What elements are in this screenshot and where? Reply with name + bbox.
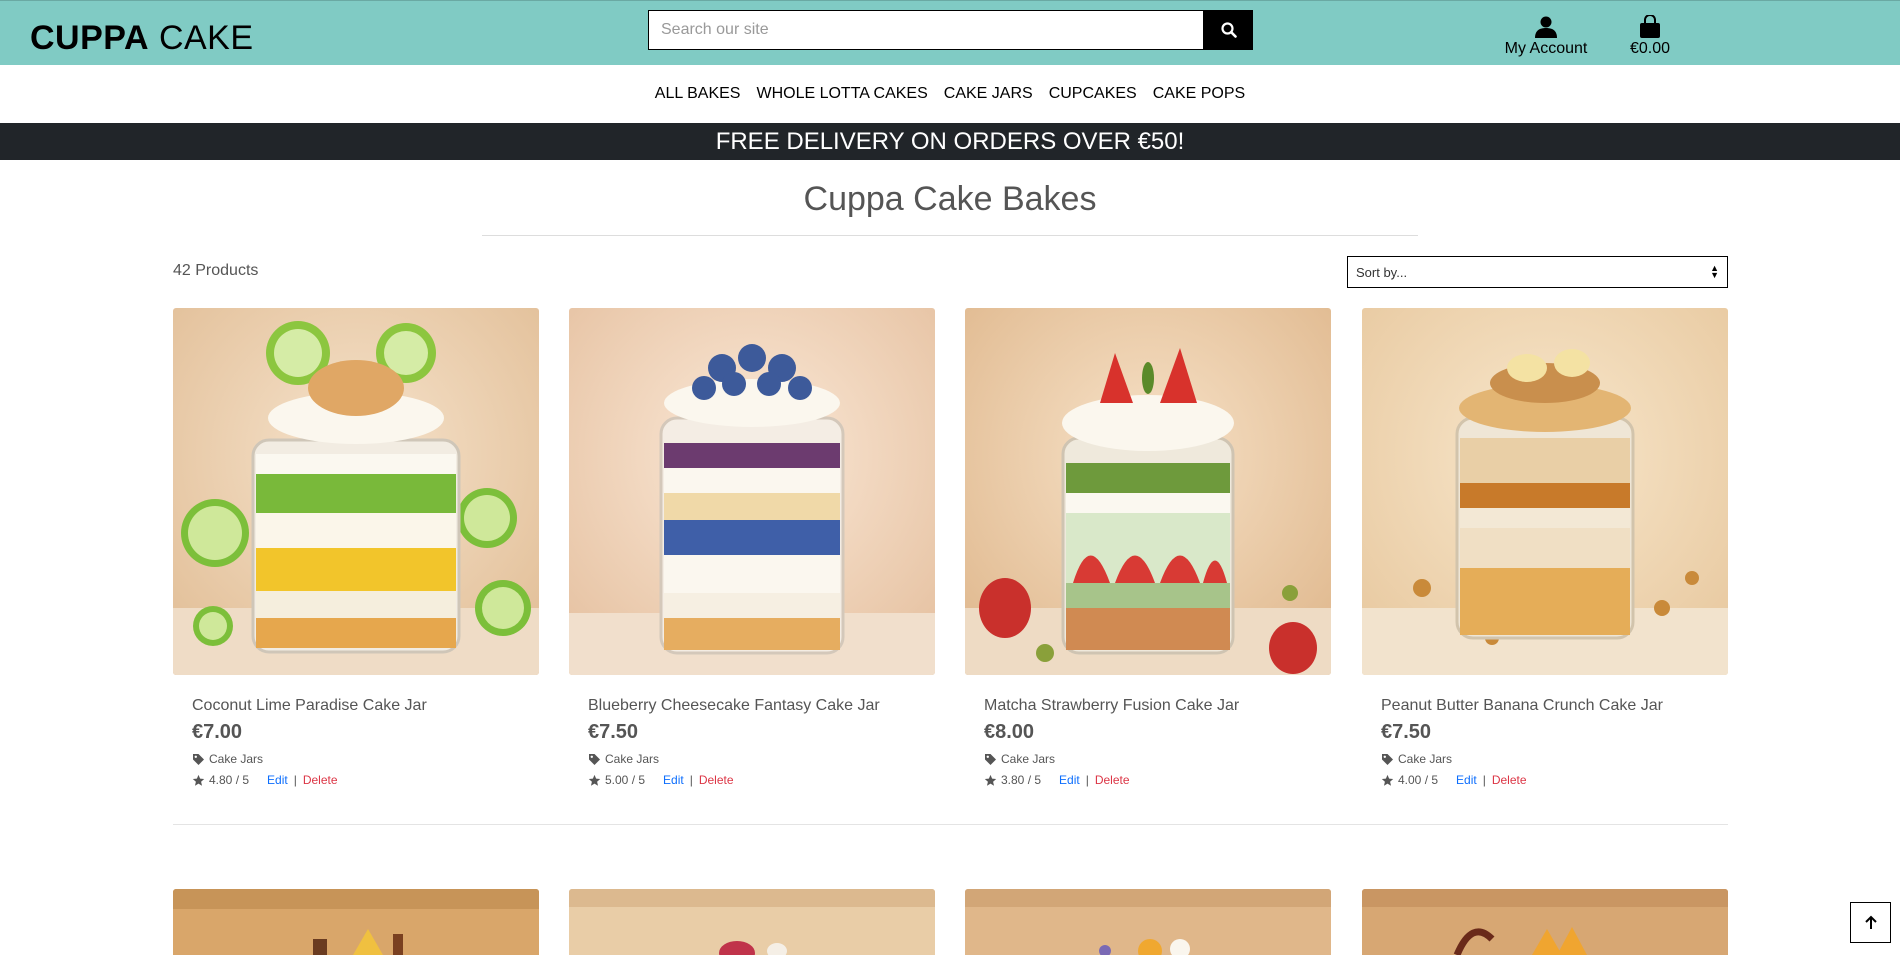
product-name[interactable]: Coconut Lime Paradise Cake Jar	[192, 697, 532, 715]
product-category-label: Cake Jars	[605, 752, 660, 766]
product-image[interactable]	[173, 889, 539, 955]
site-logo[interactable]: CUPPA CAKE	[30, 19, 254, 58]
product-rating-value: 3.80 / 5	[1001, 773, 1042, 787]
link-separator: |	[1482, 773, 1486, 787]
product-name[interactable]: Matcha Strawberry Fusion Cake Jar	[984, 697, 1324, 715]
edit-product-link[interactable]: Edit	[1059, 773, 1080, 787]
tag-icon	[1382, 753, 1393, 765]
product-price: €7.50	[1381, 721, 1432, 743]
arrow-up-icon	[1864, 915, 1877, 929]
product-image[interactable]	[965, 308, 1331, 675]
sort-arrows-icon: ▲ ▼	[1710, 263, 1719, 280]
product-image[interactable]	[1362, 889, 1728, 955]
nav-cupcakes[interactable]: CUPCAKES	[1041, 85, 1145, 103]
product-price: €8.00	[984, 721, 1035, 743]
page-title: Cuppa Cake Bakes	[803, 180, 1097, 218]
product-category[interactable]: Cake Jars	[588, 752, 928, 766]
edit-product-link[interactable]: Edit	[663, 773, 684, 787]
product-rating: 3.80 / 5 Edit | Delete	[984, 773, 1324, 787]
shopping-bag-icon	[1640, 15, 1660, 38]
product-row-divider	[173, 824, 1728, 825]
bag-total: €0.00	[1629, 40, 1671, 57]
link-separator: |	[293, 773, 297, 787]
delete-product-link[interactable]: Delete	[1492, 773, 1527, 787]
star-icon	[984, 774, 997, 786]
sort-select[interactable]: Sort by... ▲ ▼	[1347, 256, 1728, 288]
my-account-button[interactable]: My Account	[1496, 15, 1596, 58]
product-category-label: Cake Jars	[1001, 752, 1056, 766]
star-icon	[192, 774, 205, 786]
product-image[interactable]	[1362, 308, 1728, 675]
nav-cake-pops[interactable]: CAKE POPS	[1145, 85, 1253, 103]
delivery-banner: FREE DELIVERY ON ORDERS OVER €50!	[0, 123, 1900, 160]
star-icon	[588, 774, 601, 786]
nav-all-bakes[interactable]: ALL BAKES	[647, 85, 749, 103]
edit-product-link[interactable]: Edit	[267, 773, 288, 787]
delete-product-link[interactable]: Delete	[303, 773, 338, 787]
nav-whole-lotta-cakes[interactable]: WHOLE LOTTA CAKES	[748, 85, 935, 103]
shopping-bag-button[interactable]: €0.00	[1620, 15, 1680, 58]
search-icon	[1220, 22, 1237, 38]
product-rating: 4.80 / 5 Edit | Delete	[192, 773, 532, 787]
product-rating: 5.00 / 5 Edit | Delete	[588, 773, 928, 787]
product-image[interactable]	[569, 308, 935, 675]
product-price: €7.50	[588, 721, 639, 743]
product-name[interactable]: Blueberry Cheesecake Fantasy Cake Jar	[588, 697, 928, 715]
product-rating-value: 5.00 / 5	[605, 773, 646, 787]
main-nav: ALL BAKES WHOLE LOTTA CAKES CAKE JARS CU…	[0, 65, 1900, 123]
product-category-label: Cake Jars	[1398, 752, 1453, 766]
sort-selected-value: Sort by...	[1356, 264, 1408, 280]
delete-product-link[interactable]: Delete	[699, 773, 734, 787]
product-category[interactable]: Cake Jars	[192, 752, 532, 766]
site-header: CUPPA CAKE My Account €0.00	[0, 0, 1900, 65]
product-image[interactable]	[569, 889, 935, 955]
search-input[interactable]	[648, 10, 1204, 50]
product-image[interactable]	[965, 889, 1331, 955]
product-rating-value: 4.00 / 5	[1398, 773, 1439, 787]
product-image[interactable]	[173, 308, 539, 675]
search-form	[648, 10, 1253, 50]
product-category-label: Cake Jars	[209, 752, 264, 766]
product-count: 42 Products	[173, 262, 259, 279]
tag-icon	[589, 753, 600, 765]
title-divider	[482, 235, 1418, 236]
user-icon	[1535, 16, 1557, 38]
star-icon	[1381, 774, 1394, 786]
edit-product-link[interactable]: Edit	[1456, 773, 1477, 787]
product-rating-value: 4.80 / 5	[209, 773, 250, 787]
product-name[interactable]: Peanut Butter Banana Crunch Cake Jar	[1381, 697, 1721, 715]
delete-product-link[interactable]: Delete	[1095, 773, 1130, 787]
back-to-top-button[interactable]	[1850, 902, 1891, 943]
link-separator: |	[689, 773, 693, 787]
product-category[interactable]: Cake Jars	[984, 752, 1324, 766]
nav-cake-jars[interactable]: CAKE JARS	[936, 85, 1041, 103]
search-button[interactable]	[1204, 10, 1253, 50]
tag-icon	[985, 753, 996, 765]
product-rating: 4.00 / 5 Edit | Delete	[1381, 773, 1721, 787]
product-price: €7.00	[192, 721, 243, 743]
my-account-label: My Account	[1504, 40, 1588, 57]
link-separator: |	[1085, 773, 1089, 787]
product-category[interactable]: Cake Jars	[1381, 752, 1721, 766]
tag-icon	[193, 753, 204, 765]
